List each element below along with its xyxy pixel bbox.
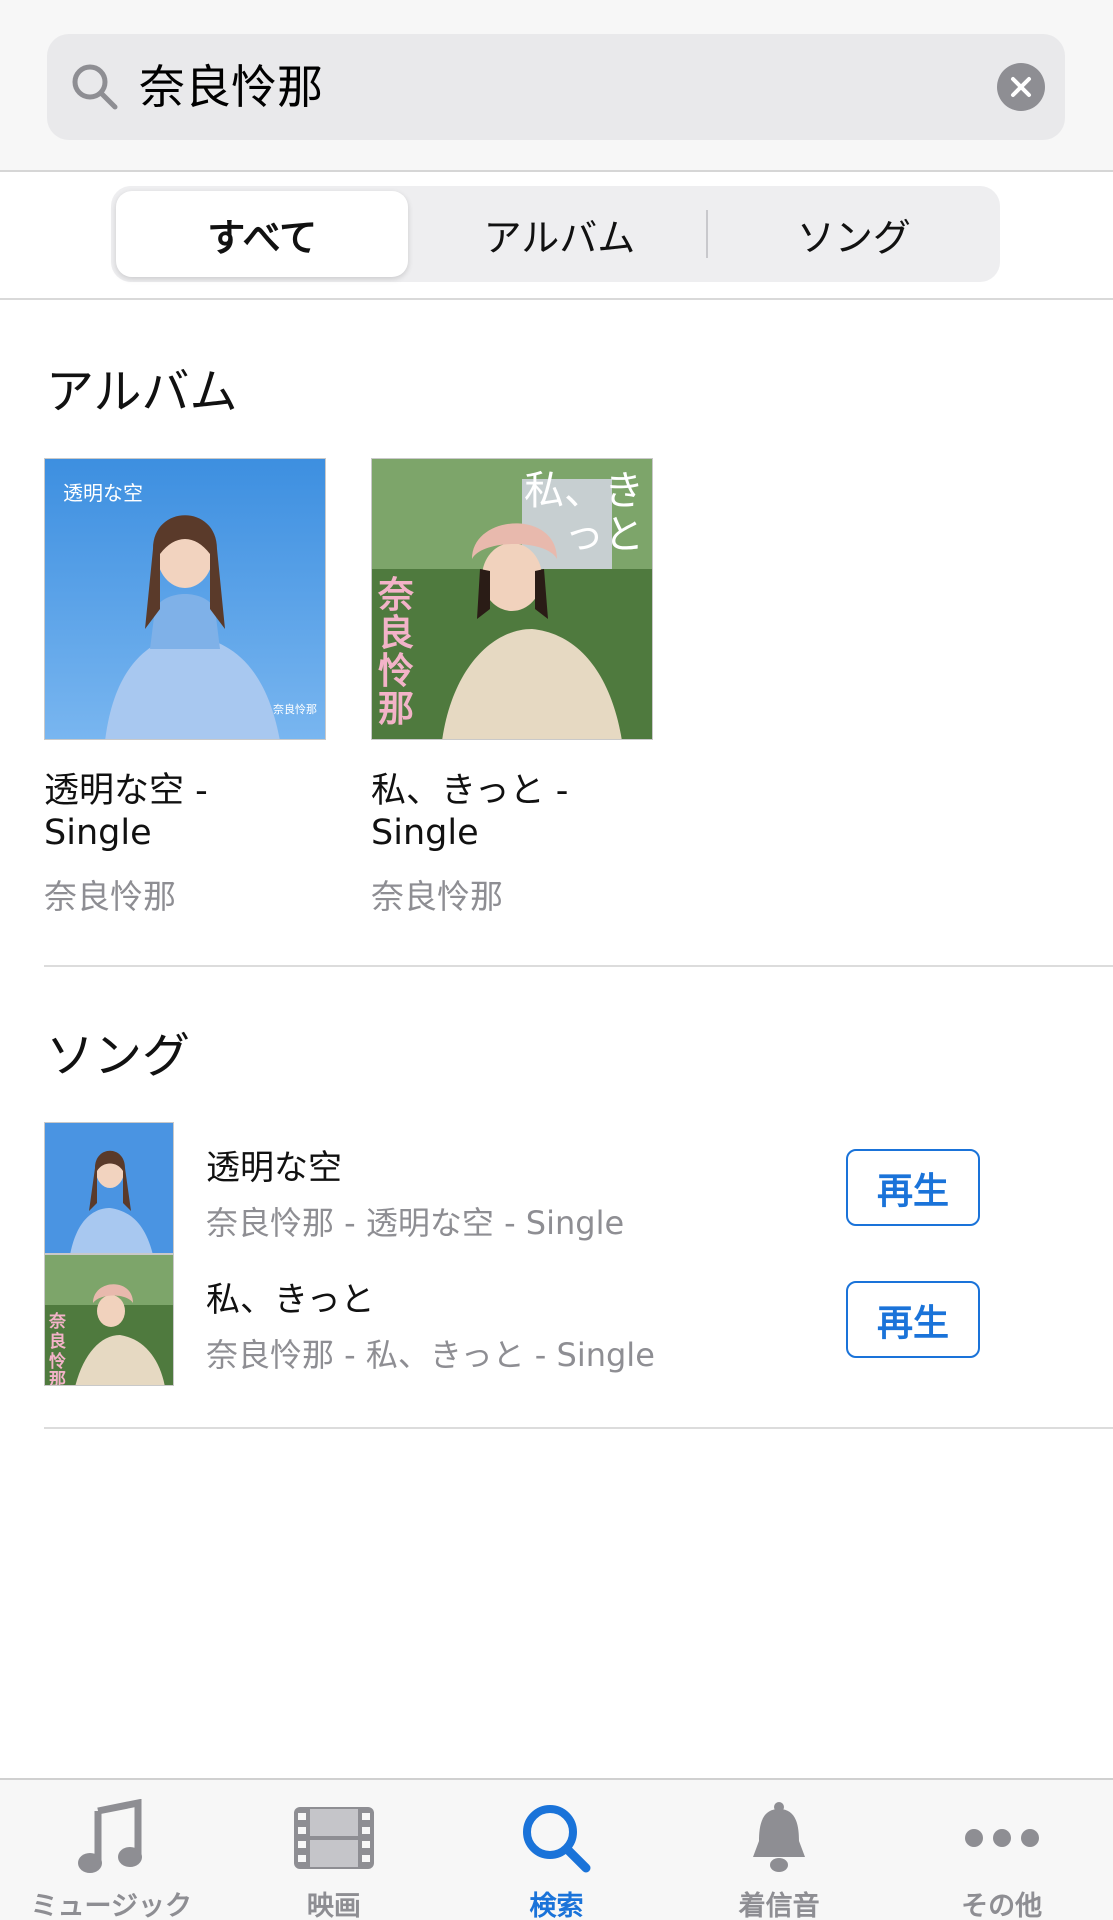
songs-section-title: ソング <box>46 1028 191 1084</box>
album-card[interactable]: 透明な空 奈良怜那 透明な空 - Single 奈良怜那 <box>44 458 326 918</box>
play-button[interactable]: 再生 <box>846 1149 980 1226</box>
clear-icon <box>1011 77 1031 97</box>
tab-label: ミュージック <box>30 1891 193 1920</box>
album-title-line: Single <box>371 813 479 853</box>
clear-search-button[interactable] <box>997 63 1045 111</box>
song-artwork <box>44 1122 174 1254</box>
album-card[interactable]: 私、きっと 奈良怜那 私、きっと - Single 奈良怜那 <box>371 458 653 918</box>
tab-search[interactable]: 検索 <box>445 1780 668 1920</box>
tab-music[interactable]: ミュージック <box>0 1780 223 1920</box>
album-artwork-artist: 奈良怜那 <box>378 575 415 730</box>
search-icon <box>511 1798 601 1878</box>
album-artwork-title: 透明な空 <box>63 481 143 505</box>
svg-text:良: 良 <box>49 1331 66 1352</box>
album-title[interactable]: 透明な空 - Single <box>44 770 326 854</box>
album-artwork-artist: 奈良怜那 <box>273 703 317 716</box>
song-row[interactable]: 透明な空 奈良怜那 - 透明な空 - Single 再生 <box>44 1122 1113 1254</box>
album-artist[interactable]: 奈良怜那 <box>371 870 653 918</box>
tab-label: 映画 <box>306 1891 361 1920</box>
tab-label: その他 <box>961 1891 1043 1920</box>
search-input[interactable] <box>139 48 939 126</box>
play-button[interactable]: 再生 <box>846 1281 980 1358</box>
tab-more[interactable]: その他 <box>890 1780 1113 1920</box>
song-artwork: 奈 良 怜 那 <box>44 1254 174 1386</box>
svg-text:那: 那 <box>49 1370 66 1386</box>
bell-icon <box>734 1798 824 1878</box>
music-note-icon <box>66 1798 156 1878</box>
more-icon <box>957 1798 1047 1878</box>
search-icon <box>72 64 118 110</box>
album-artist[interactable]: 奈良怜那 <box>44 870 326 918</box>
tab-ringtones[interactable]: 着信音 <box>668 1780 891 1920</box>
tab-label: 着信音 <box>738 1891 820 1920</box>
song-title: 透明な空 <box>206 1148 342 1188</box>
song-title: 私、きっと <box>206 1280 375 1320</box>
segment-all[interactable]: すべて <box>116 191 409 277</box>
albums-section-title: アルバム <box>46 364 238 420</box>
divider <box>44 965 1113 967</box>
song-subtitle: 奈良怜那 - 私、きっと - Single <box>206 1336 655 1374</box>
search-bar[interactable] <box>47 34 1065 140</box>
divider <box>44 1427 1113 1429</box>
film-icon <box>289 1798 379 1878</box>
album-artwork[interactable]: 透明な空 奈良怜那 <box>44 458 326 740</box>
svg-text:奈: 奈 <box>48 1311 67 1332</box>
album-artwork[interactable]: 私、きっと 奈良怜那 <box>371 458 653 740</box>
album-artwork-title: 私、きっと <box>524 468 644 558</box>
segment-songs[interactable]: ソング <box>708 186 1000 282</box>
segment-albums[interactable]: アルバム <box>413 186 705 282</box>
filter-segment-area: すべて アルバム ソング <box>0 172 1113 300</box>
search-header <box>0 0 1113 172</box>
svg-text:怜: 怜 <box>49 1351 66 1372</box>
tab-bar: ミュージック 映画 検索 着信音 その他 <box>0 1778 1113 1920</box>
song-row[interactable]: 奈 良 怜 那 私、きっと 奈良怜那 - 私、きっと - Single 再生 <box>44 1254 1113 1386</box>
album-title[interactable]: 私、きっと - Single <box>371 770 653 854</box>
filter-segmented-control: すべて アルバム ソング <box>111 186 1000 282</box>
album-title-line: 私、きっと - <box>371 771 569 811</box>
song-subtitle: 奈良怜那 - 透明な空 - Single <box>206 1204 625 1242</box>
tab-movies[interactable]: 映画 <box>223 1780 446 1920</box>
tab-label: 検索 <box>529 1891 584 1920</box>
